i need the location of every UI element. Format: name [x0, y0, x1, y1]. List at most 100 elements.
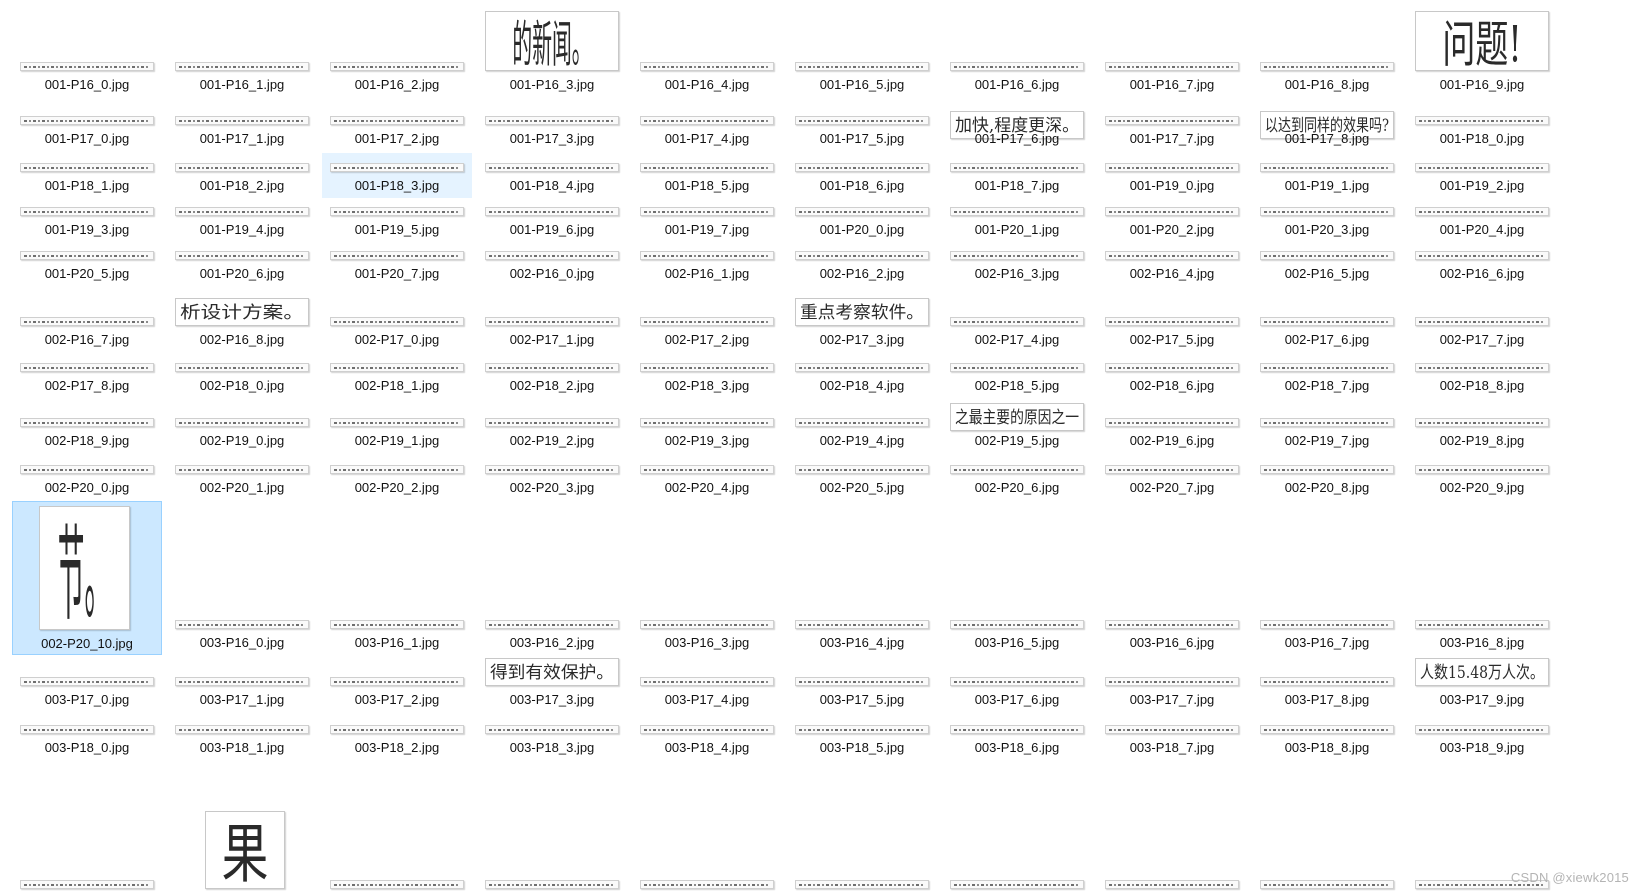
file-tile[interactable]: 重点考察软件。 002-P17_3.jpg — [787, 287, 937, 352]
file-tile[interactable]: 003-P18_3.jpg — [477, 712, 627, 760]
file-tile[interactable]: 002-P16_6.jpg — [1407, 243, 1557, 286]
file-tile[interactable]: 002-P19_6.jpg — [1097, 401, 1247, 453]
file-tile[interactable]: 以达到同样的效果吗? 001-P17_8.jpg — [1252, 109, 1402, 151]
file-tile[interactable] — [12, 764, 162, 893]
file-tile[interactable]: 003-P18_8.jpg — [1252, 712, 1402, 760]
file-tile[interactable]: 001-P19_6.jpg — [477, 199, 627, 242]
file-tile[interactable]: 002-P19_3.jpg — [632, 401, 782, 453]
file-tile[interactable]: 问题! 001-P16_9.jpg — [1407, 4, 1557, 97]
file-tile[interactable]: 002-P19_4.jpg — [787, 401, 937, 453]
file-tile[interactable]: 003-P16_4.jpg — [787, 501, 937, 655]
file-tile[interactable]: 003-P18_4.jpg — [632, 712, 782, 760]
file-tile[interactable]: 001-P20_6.jpg — [167, 243, 317, 286]
file-tile[interactable]: 003-P18_5.jpg — [787, 712, 937, 760]
file-tile[interactable]: 之最主要的原因之一 002-P19_5.jpg — [942, 401, 1092, 453]
file-tile[interactable] — [1097, 764, 1247, 893]
file-tile[interactable]: 002-P17_6.jpg — [1252, 287, 1402, 352]
file-tile[interactable]: 003-P18_2.jpg — [322, 712, 472, 760]
file-tile[interactable]: 002-P17_2.jpg — [632, 287, 782, 352]
file-tile[interactable]: 001-P20_2.jpg — [1097, 199, 1247, 242]
file-tile[interactable]: 002-P17_8.jpg — [12, 353, 162, 398]
file-tile[interactable]: 002-P17_4.jpg — [942, 287, 1092, 352]
file-tile[interactable]: 003-P18_7.jpg — [1097, 712, 1247, 760]
file-tile[interactable]: 003-P16_6.jpg — [1097, 501, 1247, 655]
file-tile[interactable]: 001-P18_0.jpg — [1407, 109, 1557, 151]
file-tile[interactable]: 001-P16_2.jpg — [322, 4, 472, 97]
file-tile[interactable]: 002-P18_6.jpg — [1097, 353, 1247, 398]
file-tile[interactable]: 002-P18_8.jpg — [1407, 353, 1557, 398]
file-tile[interactable]: 加快,程度更深。 001-P17_6.jpg — [942, 109, 1092, 151]
file-tile[interactable]: 002-P17_0.jpg — [322, 287, 472, 352]
file-tile[interactable]: 002-P16_2.jpg — [787, 243, 937, 286]
file-tile[interactable] — [322, 764, 472, 893]
file-tile[interactable]: 002-P20_8.jpg — [1252, 455, 1402, 500]
file-tile[interactable]: 002-P18_4.jpg — [787, 353, 937, 398]
file-tile[interactable]: 002-P16_0.jpg — [477, 243, 627, 286]
file-tile[interactable]: 003-P16_1.jpg — [322, 501, 472, 655]
file-tile[interactable]: 002-P18_1.jpg — [322, 353, 472, 398]
file-tile[interactable]: 001-P16_5.jpg — [787, 4, 937, 97]
file-tile[interactable]: 001-P19_3.jpg — [12, 199, 162, 242]
file-tile[interactable]: 001-P18_5.jpg — [632, 153, 782, 198]
file-tile[interactable]: 001-P16_7.jpg — [1097, 4, 1247, 97]
file-tile[interactable]: 003-P17_4.jpg — [632, 656, 782, 712]
file-tile[interactable]: 003-P18_1.jpg — [167, 712, 317, 760]
file-tile[interactable]: 001-P16_4.jpg — [632, 4, 782, 97]
file-tile[interactable]: 003-P18_0.jpg — [12, 712, 162, 760]
file-tile[interactable]: 001-P20_7.jpg — [322, 243, 472, 286]
file-tile[interactable]: 001-P17_0.jpg — [12, 109, 162, 151]
file-tile[interactable]: 析设计方案。 002-P16_8.jpg — [167, 287, 317, 352]
file-tile[interactable]: 003-P18_6.jpg — [942, 712, 1092, 760]
file-tile[interactable]: 002-P18_0.jpg — [167, 353, 317, 398]
file-tile[interactable]: 002-P18_7.jpg — [1252, 353, 1402, 398]
file-tile[interactable]: 001-P17_5.jpg — [787, 109, 937, 151]
file-tile[interactable] — [632, 764, 782, 893]
file-tile[interactable] — [942, 764, 1092, 893]
file-tile[interactable]: 002-P19_1.jpg — [322, 401, 472, 453]
file-tile[interactable]: 001-P16_0.jpg — [12, 4, 162, 97]
file-tile[interactable]: 003-P17_2.jpg — [322, 656, 472, 712]
file-tile[interactable]: 002-P17_7.jpg — [1407, 287, 1557, 352]
file-tile[interactable]: 002-P20_6.jpg — [942, 455, 1092, 500]
file-tile[interactable]: 002-P16_3.jpg — [942, 243, 1092, 286]
file-tile[interactable]: 002-P20_3.jpg — [477, 455, 627, 500]
file-tile[interactable]: 003-P17_0.jpg — [12, 656, 162, 712]
file-tile[interactable]: 001-P19_0.jpg — [1097, 153, 1247, 198]
file-tile[interactable]: 002-P19_8.jpg — [1407, 401, 1557, 453]
file-tile[interactable]: 001-P18_6.jpg — [787, 153, 937, 198]
file-tile[interactable]: 002-P18_2.jpg — [477, 353, 627, 398]
file-tile[interactable]: 002-P20_0.jpg — [12, 455, 162, 500]
file-tile[interactable]: 果 — [167, 764, 317, 893]
file-tile[interactable]: 002-P16_1.jpg — [632, 243, 782, 286]
file-tile[interactable]: 002-P17_5.jpg — [1097, 287, 1247, 352]
file-tile[interactable]: 001-P19_4.jpg — [167, 199, 317, 242]
file-tile[interactable]: 001-P18_3.jpg — [322, 153, 472, 198]
file-tile[interactable] — [477, 764, 627, 893]
file-tile[interactable]: 003-P17_7.jpg — [1097, 656, 1247, 712]
file-tile[interactable]: 002-P19_0.jpg — [167, 401, 317, 453]
file-tile[interactable]: 003-P16_2.jpg — [477, 501, 627, 655]
file-tile[interactable]: 003-P16_8.jpg — [1407, 501, 1557, 655]
file-tile[interactable]: 001-P20_5.jpg — [12, 243, 162, 286]
file-tile[interactable]: 001-P19_5.jpg — [322, 199, 472, 242]
file-tile[interactable]: 001-P18_7.jpg — [942, 153, 1092, 198]
file-tile[interactable]: 001-P20_3.jpg — [1252, 199, 1402, 242]
file-tile[interactable]: 002-P16_7.jpg — [12, 287, 162, 352]
file-tile[interactable]: 002-P20_9.jpg — [1407, 455, 1557, 500]
file-tile[interactable]: 001-P18_1.jpg — [12, 153, 162, 198]
file-tile[interactable]: 节。 002-P20_10.jpg — [12, 501, 162, 655]
file-tile[interactable]: 002-P20_2.jpg — [322, 455, 472, 500]
file-tile[interactable]: 001-P17_4.jpg — [632, 109, 782, 151]
file-tile[interactable]: 002-P16_4.jpg — [1097, 243, 1247, 286]
file-tile[interactable]: 001-P20_4.jpg — [1407, 199, 1557, 242]
file-tile[interactable]: 001-P16_8.jpg — [1252, 4, 1402, 97]
file-tile[interactable]: 002-P17_1.jpg — [477, 287, 627, 352]
file-tile[interactable]: 人数15.48万人次。 003-P17_9.jpg — [1407, 656, 1557, 712]
file-tile[interactable]: 003-P17_8.jpg — [1252, 656, 1402, 712]
file-tile[interactable]: 003-P18_9.jpg — [1407, 712, 1557, 760]
file-tile[interactable]: 003-P17_6.jpg — [942, 656, 1092, 712]
file-tile[interactable] — [787, 764, 937, 893]
file-tile[interactable]: 001-P16_6.jpg — [942, 4, 1092, 97]
file-tile[interactable]: 002-P18_9.jpg — [12, 401, 162, 453]
file-tile[interactable]: 002-P20_4.jpg — [632, 455, 782, 500]
